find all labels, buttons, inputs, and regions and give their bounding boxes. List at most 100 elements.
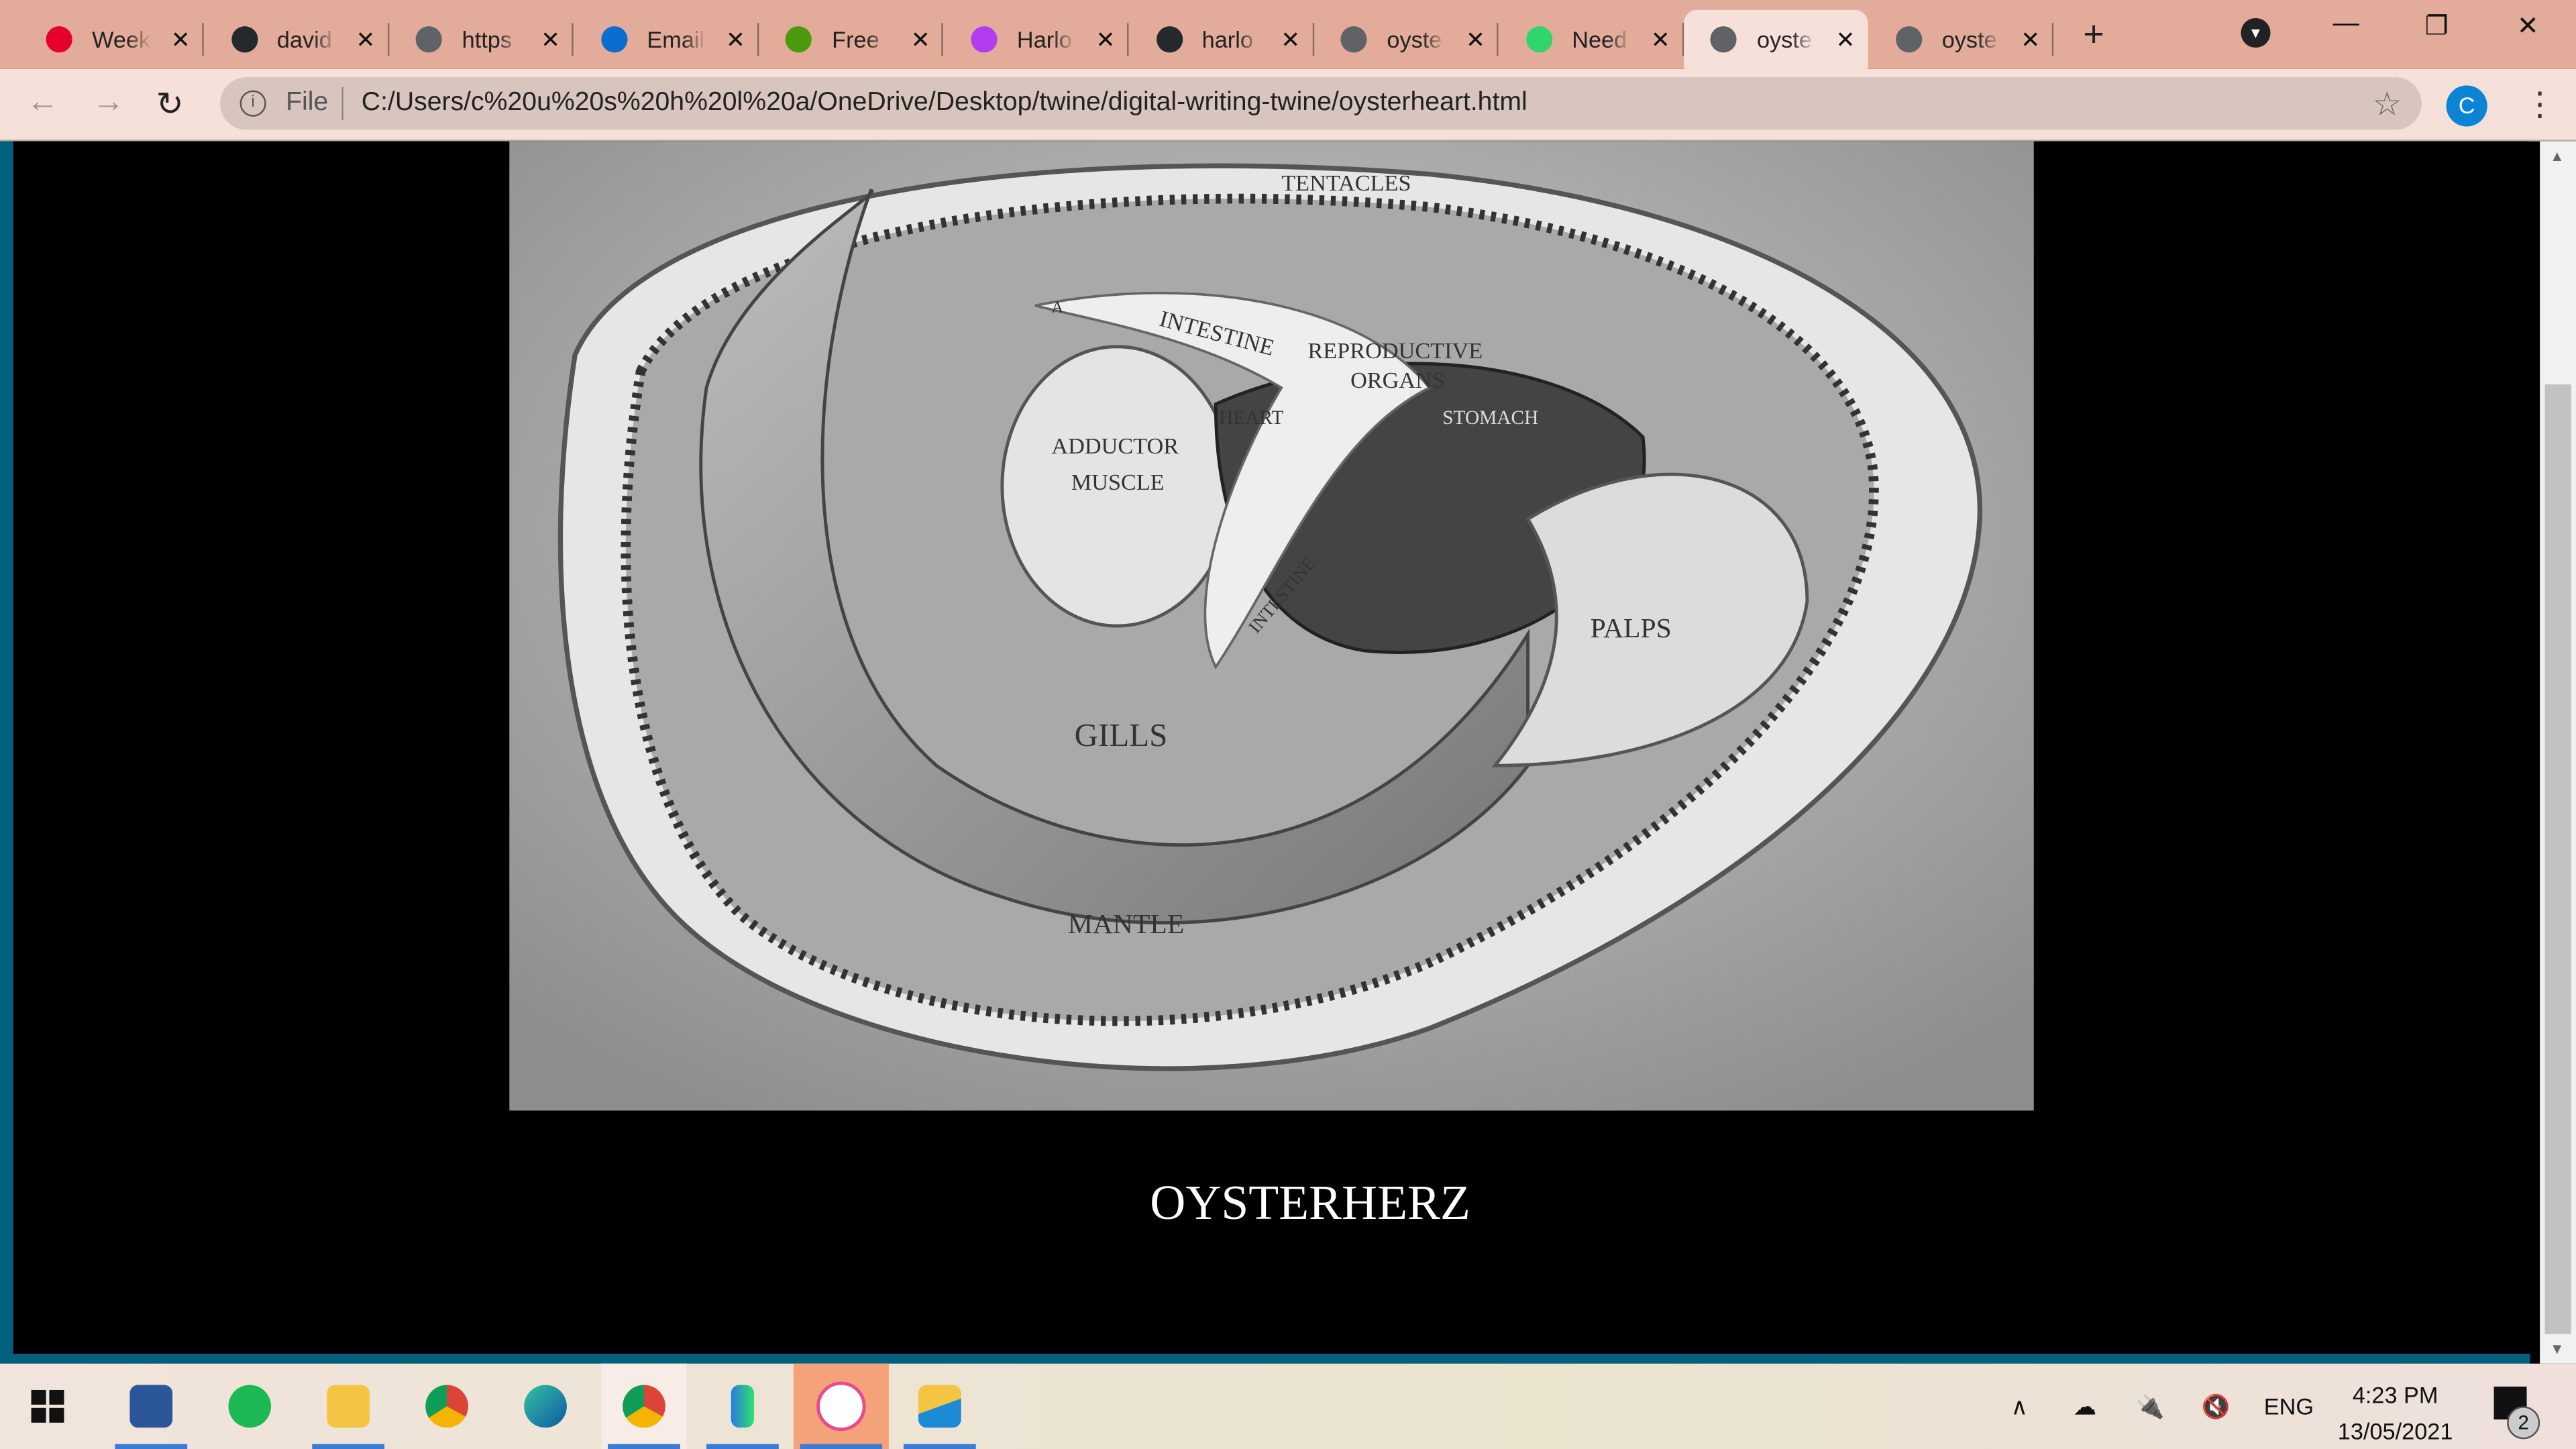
tab-separator [1682,23,1684,56]
chrome-profile-icon [623,1385,665,1428]
taskbar-clock[interactable]: 4:23 PM 13/05/2021 [2333,1377,2458,1449]
battery-charging-icon[interactable]: 🔌 [2136,1393,2165,1421]
outlook-icon [600,26,628,53]
tab-separator [386,23,389,56]
spotify-icon [228,1385,272,1428]
label-tentacles: TENTACLES [1281,170,1411,196]
onedrive-sync-icon[interactable]: ☁ [2074,1393,2096,1421]
label-adductor: ADDUCTOR [1051,433,1179,459]
tab-title: Need [1572,26,1627,53]
tab-separator [1311,23,1314,56]
reload-button[interactable]: ↻ [156,84,184,125]
label-reproductive: REPRODUCTIVE [1307,338,1483,364]
browser-tab[interactable]: Free ✕ [759,10,944,69]
taskbar-spotify[interactable] [207,1364,292,1449]
label-mantle: MANTLE [1068,909,1184,940]
vertical-scrollbar[interactable]: ▲ ▼ [2540,141,2576,1364]
taskbar-chrome[interactable] [404,1364,489,1449]
scrollbar-thumb[interactable] [2544,384,2571,1334]
taskbar-file-explorer[interactable] [306,1364,391,1449]
github-icon [1156,26,1183,53]
divider [341,87,343,120]
info-icon[interactable]: i [239,90,266,117]
tab-title: david [276,26,332,53]
taskbar-word[interactable] [109,1364,194,1449]
taskbar-chrome-profile[interactable] [601,1363,687,1449]
language-indicator[interactable]: ENG [2264,1393,2314,1419]
tab-close-icon[interactable]: ✕ [1835,25,1855,54]
browser-tab[interactable]: Email ✕ [575,10,759,69]
clock-date: 13/05/2021 [2337,1417,2453,1444]
back-button[interactable]: ← [26,84,59,121]
globe-icon [416,26,443,53]
tab-close-icon[interactable]: ✕ [726,25,745,54]
tray-overflow-chevron-icon[interactable]: ∧ [2011,1393,2028,1421]
menu-kebab-icon[interactable]: ⋮ [2524,84,2557,125]
scheme-label: File [286,89,329,117]
profile-avatar[interactable]: C [2446,85,2487,127]
url-text[interactable]: C:/Users/c%20u%20s%20h%20l%20a/OneDrive/… [362,89,1527,118]
tab-close-icon[interactable]: ✕ [2021,25,2040,54]
onedrive-app-icon [918,1385,961,1428]
tab-close-icon[interactable]: ✕ [541,25,560,54]
browser-tab[interactable]: https ✕ [390,10,574,69]
tab-title: oyste [1941,26,1997,53]
tab-title: Week [92,26,151,53]
browser-tab[interactable]: Need ✕ [1499,10,1684,69]
label-gills: GILLS [1075,716,1168,753]
windows-logo-icon [31,1389,64,1423]
volume-muted-icon[interactable]: 🔇 [2202,1393,2231,1421]
globe-icon [1896,26,1923,53]
browser-tab[interactable]: oyste ✕ [1315,10,1499,69]
tab-title: Free [832,26,879,53]
new-tab-button[interactable]: + [2083,13,2104,56]
taskbar-flag-app[interactable] [700,1364,785,1449]
taskbar-onedrive-app[interactable] [897,1364,982,1449]
label-palps: PALPS [1591,613,1672,644]
red-app-icon [46,26,72,53]
itunes-icon [816,1381,866,1432]
forward-button[interactable]: → [92,84,125,121]
tab-close-icon[interactable]: ✕ [1281,25,1300,54]
taskbar-itunes[interactable] [793,1363,889,1449]
close-window-button[interactable]: ✕ [2517,10,2539,43]
address-bar[interactable]: i File C:/Users/c%20u%20s%20h%20l%20a/On… [220,77,2422,130]
browser-tab[interactable]: oyste ✕ [1870,10,2054,69]
label-stomach: STOMACH [1442,407,1538,429]
globe-icon [1711,26,1737,53]
tab-separator [2051,23,2054,56]
browser-tab[interactable]: oyste ✕ [1684,9,1869,69]
browser-tab[interactable]: david ✕ [205,10,389,69]
chrome-icon [425,1385,468,1428]
tab-close-icon[interactable]: ✕ [911,25,930,54]
minimize-button[interactable]: — [2333,10,2359,40]
oyster-anatomy-illustration: TENTACLES INTESTINE REPRODUCTIVE ORGANS … [509,141,2034,1111]
github-icon [231,26,258,53]
tab-separator [202,23,204,56]
edge-icon [524,1385,567,1428]
taskbar-edge[interactable] [502,1364,588,1449]
tab-separator [1497,23,1499,56]
tab-title: oyste [1387,26,1442,53]
tab-title: https [462,26,512,53]
scroll-up-arrow-icon[interactable]: ▲ [2550,148,2565,164]
browser-tab[interactable]: Harlo ✕ [945,10,1129,69]
browser-tab[interactable]: Week ✕ [19,10,204,69]
label-heart: HEART [1219,407,1283,429]
tab-close-icon[interactable]: ✕ [1095,25,1115,54]
bookmark-star-icon[interactable]: ☆ [2373,84,2402,125]
tab-close-icon[interactable]: ✕ [1466,25,1485,54]
tab-title: harlo [1201,26,1253,53]
clock-time: 4:23 PM [2352,1381,2438,1408]
restore-button[interactable]: ❐ [2425,10,2449,43]
scroll-down-arrow-icon[interactable]: ▼ [2550,1340,2565,1356]
browser-tab[interactable]: harlo ✕ [1130,10,1314,69]
tab-close-icon[interactable]: ✕ [1651,25,1670,54]
tab-search-icon[interactable]: ▼ [2241,17,2271,48]
tab-title: Harlo [1016,26,1072,53]
tab-separator [757,23,759,56]
tab-close-icon[interactable]: ✕ [356,25,375,54]
start-button[interactable] [5,1364,90,1449]
tab-close-icon[interactable]: ✕ [171,25,191,54]
windows-taskbar: ∧ ☁ 🔌 🔇 ENG 2 [0,1363,2576,1449]
